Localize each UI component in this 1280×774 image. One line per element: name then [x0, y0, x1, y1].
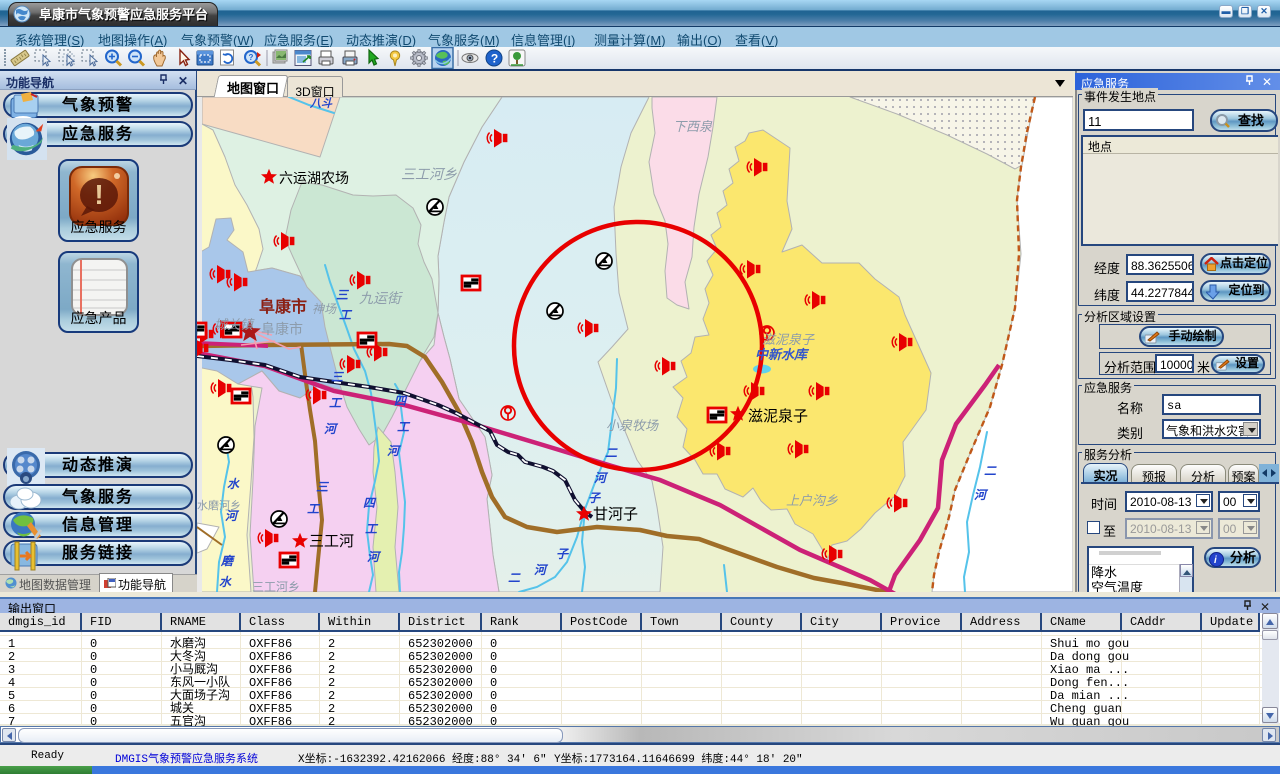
- svg-text:三工河乡: 三工河乡: [252, 580, 300, 592]
- svg-text:子: 子: [588, 491, 602, 505]
- svg-text:九运街: 九运街: [359, 290, 403, 306]
- svg-text:?: ?: [491, 52, 498, 66]
- svg-text:磨: 磨: [220, 554, 235, 568]
- svg-text:三: 三: [316, 480, 330, 494]
- svg-text:阜康市: 阜康市: [259, 297, 307, 316]
- svg-text:甘河子: 甘河子: [593, 506, 638, 523]
- svg-text:二: 二: [508, 571, 521, 585]
- svg-text:城关镇: 城关镇: [214, 317, 255, 332]
- svg-text:四: 四: [394, 394, 408, 408]
- svg-text:工: 工: [329, 396, 343, 410]
- svg-text:滋泥泉子: 滋泥泉子: [748, 408, 808, 425]
- svg-text:工: 工: [397, 420, 411, 434]
- svg-text:工: 工: [339, 308, 353, 322]
- svg-text:?: ?: [249, 53, 254, 62]
- svg-text:四: 四: [363, 496, 377, 510]
- svg-text:六运湖农场: 六运湖农场: [279, 170, 349, 186]
- svg-text:三工河: 三工河: [309, 533, 354, 550]
- svg-text:下西泉: 下西泉: [673, 119, 713, 134]
- svg-text:二: 二: [605, 446, 618, 460]
- svg-text:三工河乡: 三工河乡: [401, 166, 457, 182]
- svg-text:八斗: 八斗: [309, 97, 333, 110]
- svg-text:i: i: [1214, 555, 1217, 566]
- svg-text:阜康市: 阜康市: [261, 321, 303, 337]
- svg-text:工: 工: [307, 502, 321, 516]
- svg-text:水: 水: [219, 575, 232, 589]
- svg-text:三: 三: [336, 288, 350, 302]
- svg-text:滋泥泉子: 滋泥泉子: [762, 332, 815, 347]
- svg-text:工: 工: [365, 522, 379, 536]
- svg-text:二: 二: [984, 464, 997, 478]
- svg-text:子: 子: [556, 547, 570, 561]
- svg-text:上户沟乡: 上户沟乡: [786, 493, 838, 508]
- svg-text:中新水库: 中新水库: [755, 347, 810, 362]
- svg-text:水: 水: [227, 477, 240, 491]
- svg-text:神场: 神场: [312, 302, 337, 316]
- svg-text:三: 三: [331, 370, 345, 384]
- svg-text:小泉牧场: 小泉牧场: [606, 418, 659, 433]
- svg-text:!: !: [94, 179, 103, 210]
